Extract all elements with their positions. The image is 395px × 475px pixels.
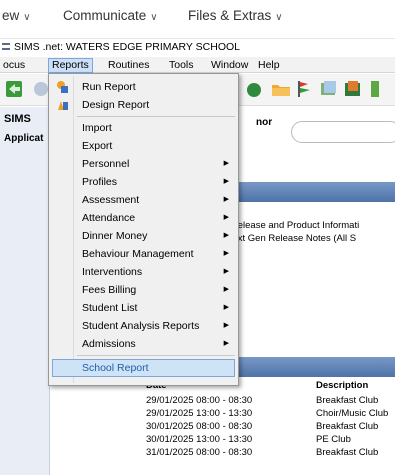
submenu-arrow-icon: ▶ <box>223 250 229 257</box>
chevron-down-icon: ∨ <box>150 12 158 23</box>
more-tools-icon[interactable] <box>368 78 390 100</box>
left-panel-title: SIMS <box>4 113 31 125</box>
partial-label: nor <box>256 117 273 128</box>
menu-item-admissions[interactable]: Admissions ▶ <box>52 335 235 353</box>
nav-item-communicate[interactable]: Communicate ∨ <box>63 8 158 23</box>
top-navigation: ew ∨ Communicate ∨ Files & Extras ∨ <box>0 0 395 34</box>
menu-item-interventions[interactable]: Interventions ▶ <box>52 263 235 281</box>
menu-help[interactable]: Help <box>255 58 283 73</box>
reports-icon[interactable] <box>342 78 364 100</box>
window-titlebar: SIMS .net: WATERS EDGE PRIMARY SCHOOL <box>0 38 395 54</box>
folder-icon[interactable] <box>270 78 292 100</box>
table-row[interactable]: 30/01/2025 13:00 - 13:30 PE Club <box>142 434 395 447</box>
table-row[interactable]: 29/01/2025 13:00 - 13:30 Choir/Music Clu… <box>142 408 395 421</box>
cell-description: Breakfast Club <box>316 395 379 406</box>
run-report-icon <box>57 81 68 93</box>
cell-date: 29/01/2025 13:00 - 13:30 <box>146 408 253 419</box>
back-arrow-icon[interactable] <box>4 78 26 100</box>
table-row[interactable]: 30/01/2025 08:00 - 08:30 Breakfast Club <box>142 421 395 434</box>
submenu-arrow-icon: ▶ <box>223 340 229 347</box>
submenu-arrow-icon: ▶ <box>223 196 229 203</box>
menu-item-school-report[interactable]: School Report <box>52 359 235 377</box>
left-panel: SIMS Applicat <box>0 107 50 475</box>
menu-item-assessment[interactable]: Assessment ▶ <box>52 191 235 209</box>
events-table: Date Description 29/01/2025 08:00 - 08:3… <box>142 380 395 460</box>
submenu-arrow-icon: ▶ <box>223 286 229 293</box>
flags-icon[interactable] <box>294 78 316 100</box>
menu-item-profiles[interactable]: Profiles ▶ <box>52 173 235 191</box>
cell-description: Choir/Music Club <box>316 408 389 419</box>
menu-item-export[interactable]: Export <box>52 137 235 155</box>
menu-item-personnel[interactable]: Personnel ▶ <box>52 155 235 173</box>
submenu-arrow-icon: ▶ <box>223 214 229 221</box>
menu-item-dinner-money[interactable]: Dinner Money ▶ <box>52 227 235 245</box>
left-panel-subtitle: Applicat <box>4 133 44 144</box>
table-row[interactable]: 29/01/2025 08:00 - 08:30 Breakfast Club <box>142 395 395 408</box>
submenu-arrow-icon: ▶ <box>223 322 229 329</box>
submenu-arrow-icon: ▶ <box>223 178 229 185</box>
menu-focus[interactable]: ocus <box>0 58 28 73</box>
menu-item-design-report[interactable]: Design Report <box>52 96 235 114</box>
reports-dropdown-menu: Run Report Design Report Import Export P… <box>48 73 239 386</box>
cell-description: Breakfast Club <box>316 421 379 432</box>
menu-reports[interactable]: Reports <box>48 58 93 73</box>
menu-item-fees-billing[interactable]: Fees Billing ▶ <box>52 281 235 299</box>
submenu-arrow-icon: ▶ <box>223 268 229 275</box>
nav-item-files-extras[interactable]: Files & Extras ∨ <box>188 8 283 23</box>
menu-item-student-analysis-reports[interactable]: Student Analysis Reports ▶ <box>52 317 235 335</box>
menu-tools[interactable]: Tools <box>166 58 197 73</box>
menu-separator <box>77 355 235 356</box>
menu-item-behaviour-management[interactable]: Behaviour Management ▶ <box>52 245 235 263</box>
chevron-down-icon: ∨ <box>23 12 31 23</box>
menu-separator <box>77 116 235 117</box>
record-icon[interactable] <box>244 78 266 100</box>
chevron-down-icon: ∨ <box>275 12 283 23</box>
submenu-arrow-icon: ▶ <box>223 160 229 167</box>
menu-item-import[interactable]: Import <box>52 119 235 137</box>
submenu-arrow-icon: ▶ <box>223 232 229 239</box>
cell-description: Breakfast Club <box>316 447 379 458</box>
nav-item-view[interactable]: ew ∨ <box>2 8 31 23</box>
table-row[interactable]: 31/01/2025 08:00 - 08:30 Breakfast Club <box>142 447 395 460</box>
cell-date: 30/01/2025 13:00 - 13:30 <box>146 434 253 445</box>
menu-window[interactable]: Window <box>208 58 251 73</box>
cell-date: 29/01/2025 08:00 - 08:30 <box>146 395 253 406</box>
menu-item-attendance[interactable]: Attendance ▶ <box>52 209 235 227</box>
submenu-arrow-icon: ▶ <box>223 304 229 311</box>
window-title: SIMS .net: WATERS EDGE PRIMARY SCHOOL <box>14 41 240 53</box>
menu-bar: ocus Reports Routines Tools Window Help <box>0 57 395 73</box>
menu-item-run-report[interactable]: Run Report <box>52 78 235 96</box>
notes-icon[interactable] <box>318 78 340 100</box>
design-report-icon <box>58 101 68 110</box>
cell-description: PE Club <box>316 434 351 445</box>
menu-routines[interactable]: Routines <box>105 58 152 73</box>
system-menu-icon[interactable] <box>2 43 10 50</box>
menu-item-student-list[interactable]: Student List ▶ <box>52 299 235 317</box>
cell-date: 30/01/2025 08:00 - 08:30 <box>146 421 253 432</box>
search-input[interactable] <box>291 121 395 143</box>
cell-date: 31/01/2025 08:00 - 08:30 <box>146 447 253 458</box>
column-header-description[interactable]: Description <box>316 380 368 391</box>
